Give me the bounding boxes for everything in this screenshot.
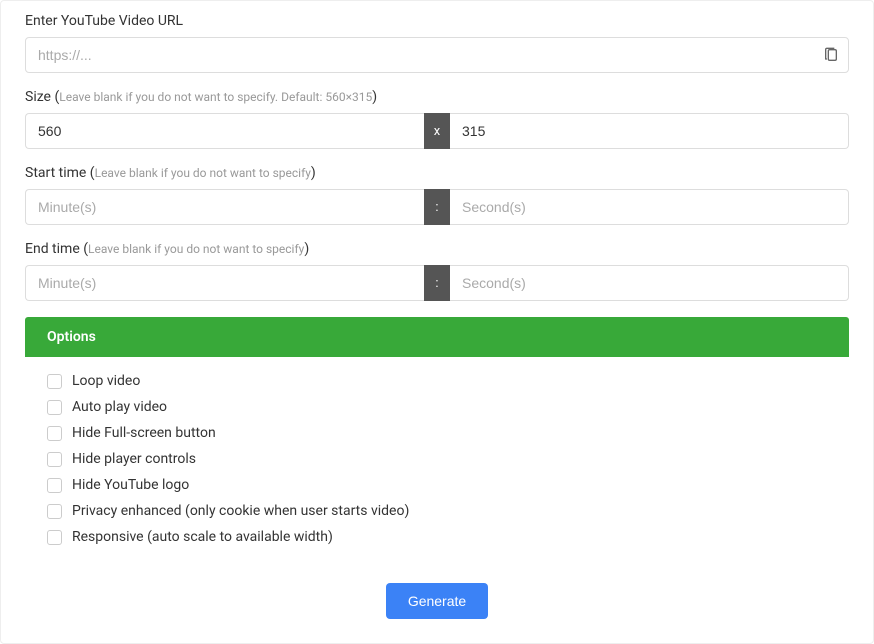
height-input[interactable] — [450, 113, 849, 149]
clipboard-icon[interactable] — [823, 47, 839, 63]
options-panel: Options Loop video Auto play video Hide … — [25, 317, 849, 565]
end-time-separator: : — [424, 265, 450, 301]
size-label-suffix: ) — [372, 89, 377, 105]
option-label: Hide YouTube logo — [72, 477, 189, 493]
option-label: Responsive (auto scale to available widt… — [72, 529, 333, 545]
auto-play-checkbox[interactable] — [47, 400, 62, 415]
options-header: Options — [25, 317, 849, 357]
size-label-prefix: Size ( — [25, 89, 59, 105]
end-time-hint: Leave blank if you do not want to specif… — [88, 242, 304, 256]
hide-logo-checkbox[interactable] — [47, 478, 62, 493]
size-inputs: x — [25, 113, 849, 149]
size-label: Size (Leave blank if you do not want to … — [25, 89, 849, 105]
option-label: Auto play video — [72, 399, 167, 415]
option-row: Responsive (auto scale to available widt… — [47, 529, 827, 545]
start-time-separator: : — [424, 189, 450, 225]
size-label-hint: Leave blank if you do not want to specif… — [59, 90, 372, 104]
start-time-prefix: Start time ( — [25, 165, 95, 181]
end-time-label: End time (Leave blank if you do not want… — [25, 241, 849, 257]
option-row: Loop video — [47, 373, 827, 389]
end-time-prefix: End time ( — [25, 241, 88, 257]
option-label: Hide Full-screen button — [72, 425, 216, 441]
options-body: Loop video Auto play video Hide Full-scr… — [25, 357, 849, 565]
end-minutes-input[interactable] — [25, 265, 424, 301]
form-container: Enter YouTube Video URL Size (Leave blan… — [0, 0, 874, 644]
start-time-inputs: : — [25, 189, 849, 225]
option-row: Privacy enhanced (only cookie when user … — [47, 503, 827, 519]
hide-controls-checkbox[interactable] — [47, 452, 62, 467]
url-label: Enter YouTube Video URL — [25, 13, 849, 29]
responsive-checkbox[interactable] — [47, 530, 62, 545]
size-field-group: Size (Leave blank if you do not want to … — [25, 89, 849, 149]
end-time-suffix: ) — [304, 241, 309, 257]
hide-fullscreen-checkbox[interactable] — [47, 426, 62, 441]
start-time-group: Start time (Leave blank if you do not wa… — [25, 165, 849, 225]
url-input[interactable] — [25, 37, 849, 73]
loop-video-checkbox[interactable] — [47, 374, 62, 389]
url-input-wrap — [25, 37, 849, 73]
end-time-inputs: : — [25, 265, 849, 301]
option-row: Auto play video — [47, 399, 827, 415]
option-row: Hide player controls — [47, 451, 827, 467]
start-seconds-input[interactable] — [450, 189, 849, 225]
generate-button[interactable]: Generate — [386, 583, 488, 619]
start-time-suffix: ) — [311, 165, 316, 181]
privacy-enhanced-checkbox[interactable] — [47, 504, 62, 519]
option-row: Hide YouTube logo — [47, 477, 827, 493]
url-field-group: Enter YouTube Video URL — [25, 13, 849, 73]
option-label: Privacy enhanced (only cookie when user … — [72, 503, 409, 519]
size-separator: x — [424, 113, 450, 149]
actions-row: Generate — [25, 583, 849, 619]
option-row: Hide Full-screen button — [47, 425, 827, 441]
width-input[interactable] — [25, 113, 424, 149]
option-label: Loop video — [72, 373, 140, 389]
start-time-label: Start time (Leave blank if you do not wa… — [25, 165, 849, 181]
end-time-group: End time (Leave blank if you do not want… — [25, 241, 849, 301]
start-time-hint: Leave blank if you do not want to specif… — [95, 166, 311, 180]
end-seconds-input[interactable] — [450, 265, 849, 301]
start-minutes-input[interactable] — [25, 189, 424, 225]
option-label: Hide player controls — [72, 451, 196, 467]
